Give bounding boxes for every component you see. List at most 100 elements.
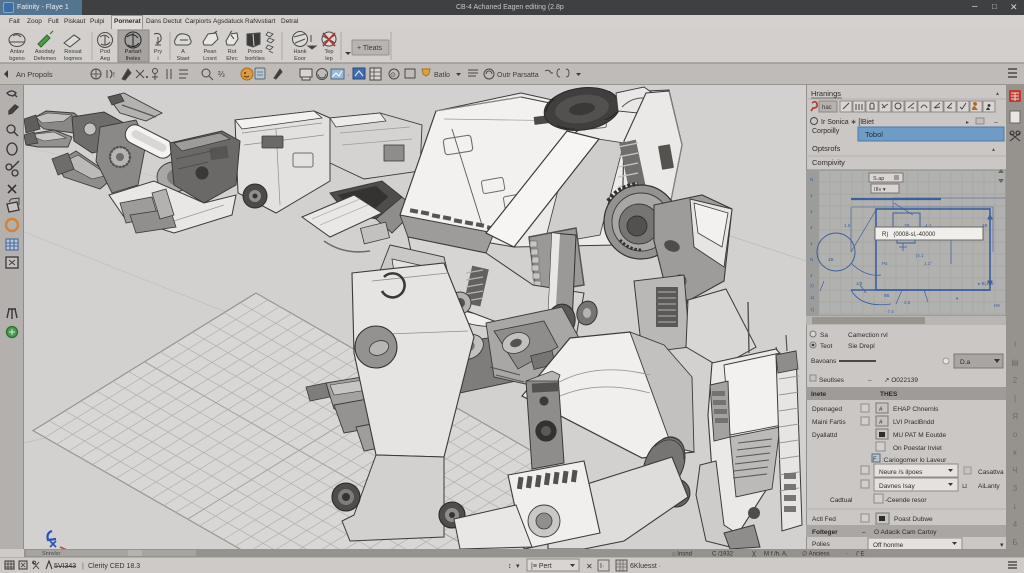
svg-text:S.ap: S.ap xyxy=(873,176,884,182)
svg-text:Batlo: Batlo xyxy=(434,72,450,79)
svg-text:↕: ↕ xyxy=(508,563,512,570)
svg-text:↗ O022139: ↗ O022139 xyxy=(884,377,918,384)
svg-text:Davnes Isay: Davnes Isay xyxy=(879,483,916,490)
svg-text:borhlies: borhlies xyxy=(245,56,265,62)
svg-text:1]: 1] xyxy=(810,307,814,312)
svg-text:Iheles: Iheles xyxy=(126,56,141,62)
svg-text:6Kluesst ·: 6Kluesst · xyxy=(630,563,661,570)
svg-text:N: N xyxy=(810,177,813,182)
svg-text:เ: เ xyxy=(1014,502,1017,511)
svg-text:Asodaty: Asodaty xyxy=(35,49,55,55)
svg-text::Cariogomer lo Laveur: :Cariogomer lo Laveur xyxy=(882,457,947,464)
svg-text:bgeno: bgeno xyxy=(9,56,25,62)
svg-text:1.0: 1.0 xyxy=(844,223,851,228)
svg-text:1/8: 1/8 xyxy=(856,281,863,286)
svg-text:Neure /s ilpoes: Neure /s ilpoes xyxy=(879,469,923,476)
svg-text:5VI343: 5VI343 xyxy=(54,563,76,570)
svg-text:2.6: 2.6 xyxy=(904,300,911,305)
svg-text:R) (0008-sl,-40000: R) (0008-sl,-40000 xyxy=(882,232,936,238)
svg-text:Cadtual: Cadtual xyxy=(830,497,853,504)
svg-text:H9: H9 xyxy=(994,303,1000,308)
svg-text:Outr Parsatta: Outr Parsatta xyxy=(497,72,539,79)
svg-text:MU PAT M Eoutde: MU PAT M Eoutde xyxy=(893,432,946,439)
svg-text:Folteger: Folteger xyxy=(812,529,838,536)
svg-text:I·: I· xyxy=(600,563,604,570)
svg-text:1B: 1B xyxy=(828,257,834,262)
svg-text:Pry: Pry xyxy=(154,49,163,55)
svg-text:Б: Б xyxy=(1012,538,1017,547)
svg-text:Compivity: Compivity xyxy=(812,158,845,167)
svg-text:Pod: Pod xyxy=(100,49,110,55)
svg-text:⊔: ⊔ xyxy=(962,483,967,490)
svg-text:▴: ▴ xyxy=(996,91,999,97)
svg-text:Off honme: Off honme xyxy=(873,542,904,549)
svg-text:Ir Sonica ∗ [lBiet: Ir Sonica ∗ [lBiet xyxy=(821,119,874,126)
svg-text:LVI PraclBndd: LVI PraclBndd xyxy=(893,419,934,426)
svg-text:9B: 9B xyxy=(884,293,890,298)
svg-text:Lnsnt: Lnsnt xyxy=(203,56,217,62)
svg-text:Teot: Teot xyxy=(820,343,832,350)
svg-text:|≡ Pert: |≡ Pert xyxy=(531,563,552,570)
svg-text:i: i xyxy=(157,56,158,62)
svg-text:Hank: Hank xyxy=(293,49,306,55)
svg-text:EHAP Chnernls: EHAP Chnernls xyxy=(893,406,939,413)
svg-text:Rot: Rot xyxy=(228,49,237,55)
svg-text:Ehrc: Ehrc xyxy=(226,56,238,62)
svg-text:4: 4 xyxy=(1013,520,1018,529)
svg-text:1.1°: 1.1° xyxy=(924,261,932,266)
svg-text:Maini Fartis: Maini Fartis xyxy=(812,419,846,426)
svg-text:Tep: Tep xyxy=(324,49,333,55)
svg-text:-Ceende resor: -Ceende resor xyxy=(885,497,927,504)
svg-text:Antav: Antav xyxy=(10,49,25,55)
svg-text:11: 11 xyxy=(810,295,815,300)
svg-text:▸ B(199: ▸ B(199 xyxy=(978,281,994,286)
svg-text:⊙: ⊙ xyxy=(390,72,396,79)
svg-text:I: I xyxy=(1014,340,1016,349)
svg-text:Tobol: Tobol xyxy=(865,130,883,139)
svg-text:Я: Я xyxy=(1012,412,1018,421)
svg-text:Staet: Staet xyxy=(176,56,190,62)
svg-text:Partart: Partart xyxy=(125,49,142,55)
svg-text:2): 2) xyxy=(810,283,815,288)
svg-text:|: | xyxy=(1014,394,1016,403)
svg-text:3: 3 xyxy=(1013,484,1018,493)
svg-text:#: # xyxy=(879,419,883,426)
svg-text:·: · xyxy=(347,72,349,79)
svg-text:Poast Dubwe: Poast Dubwe xyxy=(894,516,933,523)
svg-text:Camection rvl: Camection rvl xyxy=(848,332,888,339)
svg-text:2: 2 xyxy=(1013,376,1018,385)
svg-text:–: – xyxy=(994,119,998,126)
svg-text:·7.4: ·7.4 xyxy=(886,309,894,314)
svg-text:D.a: D.a xyxy=(960,359,971,366)
svg-text:Dyallattd: Dyallattd xyxy=(812,432,838,439)
svg-text:Casattva: Casattva xyxy=(978,469,1004,476)
svg-text:Aeg: Aeg xyxy=(100,56,110,62)
svg-text:Sie Drepl: Sie Drepl xyxy=(848,343,875,350)
svg-text:Defemeo: Defemeo xyxy=(34,56,57,62)
svg-text:Optsrofs: Optsrofs xyxy=(812,144,841,153)
svg-text:▾: ▾ xyxy=(516,563,520,570)
svg-text:Ч: Ч xyxy=(1012,466,1017,475)
svg-text:Seutlses: Seutlses xyxy=(819,377,845,384)
svg-text:hac: hac xyxy=(822,105,832,111)
svg-text:A: A xyxy=(181,49,185,55)
svg-text:!: ! xyxy=(113,72,115,79)
svg-text:O Adacik Cam Cartoy: O Adacik Cam Cartoy xyxy=(874,529,937,536)
svg-text:F: F xyxy=(873,457,877,463)
svg-text:Eoor: Eoor xyxy=(294,56,306,62)
svg-text:▾: ▾ xyxy=(1000,542,1004,549)
svg-text:Prooo: Prooo xyxy=(248,49,263,55)
svg-text:IIIv ▾: IIIv ▾ xyxy=(874,187,886,193)
svg-text:Ressat: Ressat xyxy=(64,49,82,55)
svg-text:[4.1: [4.1 xyxy=(916,253,924,258)
svg-text:Polies: Polies xyxy=(812,541,830,548)
svg-text:Clerity CED 18.3: Clerity CED 18.3 xyxy=(88,563,140,570)
svg-text:lep: lep xyxy=(325,56,332,62)
svg-text:Pean: Pean xyxy=(203,49,216,55)
svg-text:o: o xyxy=(1013,430,1018,439)
svg-text:Inete: Inete xyxy=(811,391,827,398)
svg-text:Actl Fed: Actl Fed xyxy=(812,516,836,523)
svg-text:An Propols: An Propols xyxy=(16,70,53,79)
svg-text:▤: ▤ xyxy=(1011,358,1019,367)
svg-text:On Poestar Irviet: On Poestar Irviet xyxy=(893,445,942,452)
